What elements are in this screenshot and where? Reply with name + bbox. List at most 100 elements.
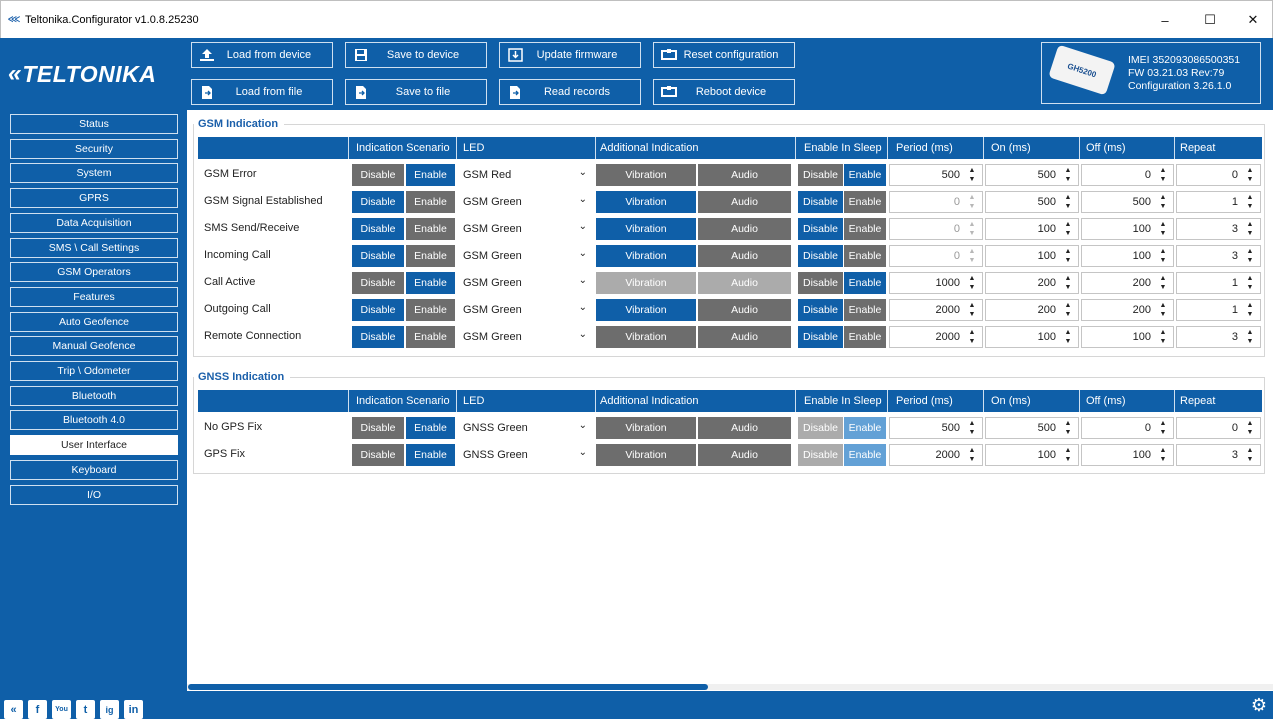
led-select[interactable]: GNSS Green ⌄ — [457, 444, 593, 466]
load-from-device-button[interactable]: Load from device — [191, 42, 333, 68]
audio-toggle[interactable]: Audio — [698, 272, 791, 294]
period-spinbox[interactable]: 0 ▲ ▼ — [889, 191, 983, 213]
led-select[interactable]: GSM Green ⌄ — [457, 272, 593, 294]
sleep-enable-button[interactable]: Enable — [844, 245, 886, 267]
repeat-spinbox[interactable]: 0 ▲ ▼ — [1176, 417, 1261, 439]
vibration-toggle[interactable]: Vibration — [596, 164, 696, 186]
minimize-button[interactable]: – — [1144, 1, 1186, 39]
spinner-arrows-icon[interactable]: ▲ ▼ — [967, 194, 977, 210]
off-spinbox[interactable]: 200 ▲ ▼ — [1081, 272, 1174, 294]
scenario-enable-button[interactable]: Enable — [406, 444, 455, 466]
on-spinbox[interactable]: 100 ▲ ▼ — [985, 218, 1079, 240]
read-records-button[interactable]: Read records — [499, 79, 641, 105]
audio-toggle[interactable]: Audio — [698, 245, 791, 267]
off-spinbox[interactable]: 500 ▲ ▼ — [1081, 191, 1174, 213]
spinner-arrows-icon[interactable]: ▲ ▼ — [1158, 302, 1168, 318]
spinner-arrows-icon[interactable]: ▲ ▼ — [967, 248, 977, 264]
sidebar-item-keyboard[interactable]: Keyboard — [10, 459, 178, 480]
audio-toggle[interactable]: Audio — [698, 191, 791, 213]
audio-toggle[interactable]: Audio — [698, 164, 791, 186]
save-to-file-button[interactable]: Save to file — [345, 79, 487, 105]
scenario-enable-button[interactable]: Enable — [406, 191, 455, 213]
spinner-arrows-icon[interactable]: ▲ ▼ — [1158, 167, 1168, 183]
scenario-disable-button[interactable]: Disable — [352, 444, 404, 466]
repeat-spinbox[interactable]: 3 ▲ ▼ — [1176, 218, 1261, 240]
on-spinbox[interactable]: 200 ▲ ▼ — [985, 299, 1079, 321]
sleep-disable-button[interactable]: Disable — [798, 326, 843, 348]
update-firmware-button[interactable]: Update firmware — [499, 42, 641, 68]
on-spinbox[interactable]: 200 ▲ ▼ — [985, 272, 1079, 294]
audio-toggle[interactable]: Audio — [698, 218, 791, 240]
youtube-icon[interactable]: You — [52, 700, 71, 719]
spinner-arrows-icon[interactable]: ▲ ▼ — [1245, 329, 1255, 345]
sleep-disable-button[interactable]: Disable — [798, 444, 843, 466]
period-spinbox[interactable]: 500 ▲ ▼ — [889, 417, 983, 439]
repeat-spinbox[interactable]: 3 ▲ ▼ — [1176, 326, 1261, 348]
scrollbar-thumb[interactable] — [188, 684, 708, 690]
audio-toggle[interactable]: Audio — [698, 326, 791, 348]
close-button[interactable]: ✕ — [1232, 1, 1273, 39]
sidebar-item-data-acquisition[interactable]: Data Acquisition — [10, 212, 178, 233]
scenario-disable-button[interactable]: Disable — [352, 191, 404, 213]
repeat-spinbox[interactable]: 1 ▲ ▼ — [1176, 299, 1261, 321]
vibration-toggle[interactable]: Vibration — [596, 444, 696, 466]
scenario-enable-button[interactable]: Enable — [406, 326, 455, 348]
period-spinbox[interactable]: 2000 ▲ ▼ — [889, 326, 983, 348]
led-select[interactable]: GSM Green ⌄ — [457, 299, 593, 321]
spinner-arrows-icon[interactable]: ▲ ▼ — [1063, 275, 1073, 291]
audio-toggle[interactable]: Audio — [698, 444, 791, 466]
period-spinbox[interactable]: 1000 ▲ ▼ — [889, 272, 983, 294]
sleep-enable-button[interactable]: Enable — [844, 417, 886, 439]
period-spinbox[interactable]: 2000 ▲ ▼ — [889, 444, 983, 466]
spinner-arrows-icon[interactable]: ▲ ▼ — [967, 221, 977, 237]
spinner-arrows-icon[interactable]: ▲ ▼ — [1063, 248, 1073, 264]
spinner-arrows-icon[interactable]: ▲ ▼ — [1158, 329, 1168, 345]
gear-icon[interactable]: ⚙ — [1251, 696, 1267, 714]
sleep-disable-button[interactable]: Disable — [798, 191, 843, 213]
vibration-toggle[interactable]: Vibration — [596, 218, 696, 240]
horizontal-scrollbar[interactable] — [187, 684, 1273, 690]
maximize-button[interactable]: ☐ — [1189, 1, 1231, 39]
led-select[interactable]: GSM Green ⌄ — [457, 326, 593, 348]
sidebar-item-status[interactable]: Status — [10, 114, 178, 134]
instagram-icon[interactable]: ig — [100, 700, 119, 719]
sidebar-item-system[interactable]: System — [10, 163, 178, 184]
on-spinbox[interactable]: 500 ▲ ▼ — [985, 191, 1079, 213]
spinner-arrows-icon[interactable]: ▲ ▼ — [1245, 420, 1255, 436]
twitter-icon[interactable]: t — [76, 700, 95, 719]
sleep-enable-button[interactable]: Enable — [844, 164, 886, 186]
scenario-disable-button[interactable]: Disable — [352, 218, 404, 240]
sleep-disable-button[interactable]: Disable — [798, 245, 843, 267]
period-spinbox[interactable]: 500 ▲ ▼ — [889, 164, 983, 186]
reboot-device-button[interactable]: Reboot device — [653, 79, 795, 105]
led-select[interactable]: GSM Green ⌄ — [457, 245, 593, 267]
sidebar-item-security[interactable]: Security — [10, 138, 178, 159]
sleep-disable-button[interactable]: Disable — [798, 417, 843, 439]
scenario-disable-button[interactable]: Disable — [352, 245, 404, 267]
vibration-toggle[interactable]: Vibration — [596, 326, 696, 348]
sleep-enable-button[interactable]: Enable — [844, 326, 886, 348]
led-select[interactable]: GSM Red ⌄ — [457, 164, 593, 186]
on-spinbox[interactable]: 100 ▲ ▼ — [985, 245, 1079, 267]
period-spinbox[interactable]: 2000 ▲ ▼ — [889, 299, 983, 321]
spinner-arrows-icon[interactable]: ▲ ▼ — [1158, 275, 1168, 291]
sleep-disable-button[interactable]: Disable — [798, 164, 843, 186]
led-select[interactable]: GSM Green ⌄ — [457, 191, 593, 213]
facebook-icon[interactable]: f — [28, 700, 47, 719]
spinner-arrows-icon[interactable]: ▲ ▼ — [1245, 302, 1255, 318]
vibration-toggle[interactable]: Vibration — [596, 272, 696, 294]
repeat-spinbox[interactable]: 1 ▲ ▼ — [1176, 191, 1261, 213]
sidebar-item-bluetooth[interactable]: Bluetooth — [10, 385, 178, 406]
off-spinbox[interactable]: 100 ▲ ▼ — [1081, 218, 1174, 240]
linkedin-icon[interactable]: in — [124, 700, 143, 719]
spinner-arrows-icon[interactable]: ▲ ▼ — [1158, 194, 1168, 210]
spinner-arrows-icon[interactable]: ▲ ▼ — [967, 420, 977, 436]
reset-configuration-button[interactable]: Reset configuration — [653, 42, 795, 68]
scenario-disable-button[interactable]: Disable — [352, 326, 404, 348]
sleep-enable-button[interactable]: Enable — [844, 191, 886, 213]
scenario-enable-button[interactable]: Enable — [406, 164, 455, 186]
scenario-disable-button[interactable]: Disable — [352, 417, 404, 439]
spinner-arrows-icon[interactable]: ▲ ▼ — [967, 447, 977, 463]
save-to-device-button[interactable]: Save to device — [345, 42, 487, 68]
vibration-toggle[interactable]: Vibration — [596, 245, 696, 267]
